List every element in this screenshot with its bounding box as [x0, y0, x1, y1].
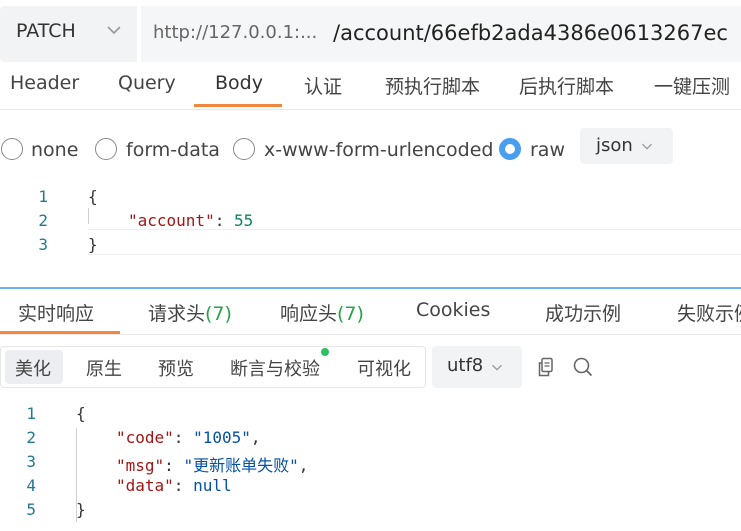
request-body-editor[interactable]: 1 2 3 { "account": 55 }	[0, 180, 741, 285]
json-comma: ,	[298, 456, 309, 475]
url-host: http://127.0.0.1:...	[153, 22, 318, 43]
json-colon: :	[214, 211, 234, 230]
radio-urlencoded[interactable]	[233, 138, 255, 160]
encoding-label: utf8	[447, 355, 484, 376]
json-colon: :	[173, 476, 194, 495]
radio-label-raw: raw	[530, 139, 565, 161]
line-number: 5	[26, 500, 36, 519]
tab-label: 响应头	[280, 303, 338, 325]
tab-realtime-response[interactable]: 实时响应	[18, 299, 94, 326]
json-value: "更新账单失败"	[183, 456, 299, 475]
tab-response-headers[interactable]: 响应头(7)	[280, 299, 364, 326]
json-key: "code"	[116, 428, 174, 447]
tab-success-example[interactable]: 成功示例	[545, 299, 621, 326]
indent-guide	[88, 208, 89, 224]
view-beautify[interactable]: 美化	[15, 355, 51, 381]
radio-label-none: none	[31, 139, 79, 161]
json-colon: :	[164, 456, 184, 475]
search-icon[interactable]	[572, 356, 594, 378]
radio-form-data[interactable]	[95, 138, 117, 160]
tab-post-script[interactable]: 后执行脚本	[519, 72, 614, 99]
url-path: /account/66efb2ada4386e0613267ec	[333, 21, 728, 45]
json-value: null	[193, 476, 232, 495]
tab-auth[interactable]: 认证	[304, 72, 342, 99]
view-visualize[interactable]: 可视化	[357, 355, 411, 381]
json-brace: }	[88, 235, 98, 254]
json-brace: {	[88, 187, 98, 206]
panel-splitter[interactable]	[0, 287, 741, 289]
chevron-down-icon	[642, 143, 652, 150]
divider	[0, 334, 741, 335]
radio-raw[interactable]	[499, 138, 521, 160]
json-brace: {	[76, 404, 86, 423]
count-badge: (7)	[337, 303, 364, 325]
line-number: 2	[38, 211, 48, 230]
view-assertions[interactable]: 断言与校验	[230, 355, 320, 381]
json-key: "account"	[128, 211, 215, 230]
tab-cookies[interactable]: Cookies	[416, 299, 490, 321]
status-dot	[321, 348, 329, 356]
divider	[0, 109, 741, 110]
tab-pre-script[interactable]: 预执行脚本	[385, 72, 480, 99]
view-raw[interactable]: 原生	[86, 355, 122, 381]
line-number: 2	[26, 428, 36, 447]
tab-request-headers[interactable]: 请求头(7)	[148, 299, 232, 326]
json-colon: :	[173, 428, 194, 447]
json-line: "msg": "更新账单失败",	[116, 452, 308, 476]
method-label: PATCH	[16, 20, 76, 42]
current-line-highlight	[88, 229, 741, 255]
body-format-label: json	[596, 135, 633, 156]
json-line: "code": "1005",	[116, 428, 261, 447]
json-key: "msg"	[116, 456, 165, 475]
chevron-down-icon	[492, 364, 502, 371]
tab-label: 请求头	[148, 303, 206, 325]
line-number: 1	[38, 187, 48, 206]
line-number: 3	[26, 452, 36, 471]
json-line: "account": 55	[128, 211, 253, 230]
tab-header[interactable]: Header	[10, 72, 79, 94]
json-value: 55	[233, 211, 254, 230]
chevron-down-icon	[107, 26, 121, 35]
radio-label-form-data: form-data	[126, 139, 220, 161]
count-badge: (7)	[205, 303, 232, 325]
tab-body[interactable]: Body	[215, 72, 263, 94]
view-preview[interactable]: 预览	[158, 355, 194, 381]
json-brace: }	[76, 500, 86, 519]
tab-query[interactable]: Query	[118, 72, 176, 94]
active-tab-indicator	[194, 104, 282, 107]
json-key: "data"	[116, 476, 174, 495]
response-body-viewer: 1 2 3 4 5 { "code": "1005", "msg": "更新账单…	[0, 398, 741, 531]
json-value: "1005"	[193, 428, 251, 447]
line-number: 1	[26, 404, 36, 423]
line-number: 4	[26, 476, 36, 495]
copy-icon[interactable]	[536, 356, 558, 378]
json-line: "data": null	[116, 476, 232, 495]
radio-none[interactable]	[1, 138, 23, 160]
tab-stress-test[interactable]: 一键压测	[654, 72, 730, 99]
radio-label-urlencoded: x-www-form-urlencoded	[264, 139, 494, 161]
json-comma: ,	[250, 428, 261, 447]
tab-fail-example[interactable]: 失败示例	[677, 299, 741, 326]
line-number: 3	[38, 235, 48, 254]
